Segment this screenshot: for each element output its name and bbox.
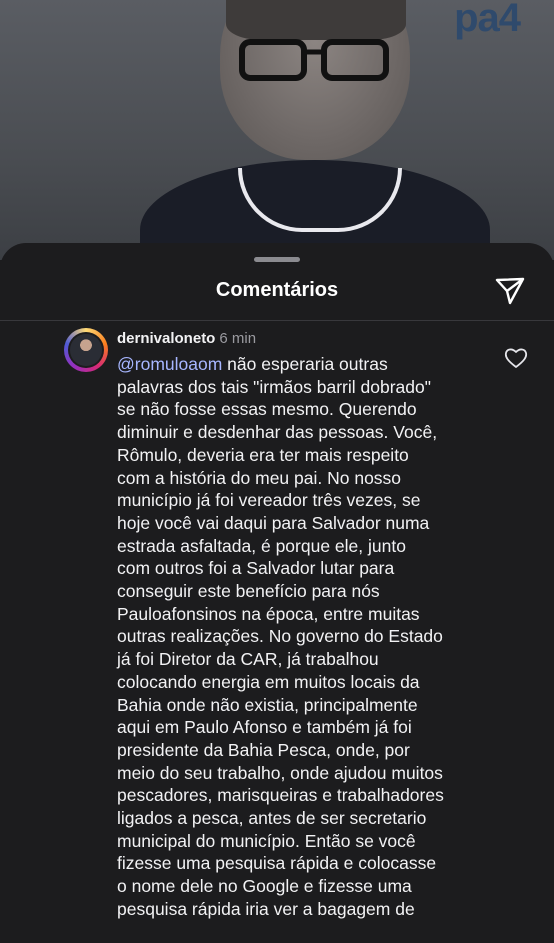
glasses-shape <box>239 39 389 81</box>
avatar-photo <box>70 334 102 366</box>
person-hair <box>226 0 406 40</box>
comments-sheet: Comentários dernivaloneto 6 min @romuloao… <box>0 243 554 943</box>
avatar[interactable] <box>64 328 108 372</box>
comment-header: dernivaloneto 6 min <box>117 330 256 347</box>
drag-handle[interactable] <box>254 257 300 262</box>
channel-logo: pa4 <box>454 0 521 40</box>
paper-plane-icon[interactable] <box>494 274 526 306</box>
avatar-frame <box>68 332 104 368</box>
header-divider <box>0 320 554 321</box>
heart-outline-icon[interactable] <box>504 347 528 369</box>
mention-link[interactable]: @romuloaom <box>117 354 222 374</box>
comment-text: @romuloaom não esperaria outras palavras… <box>117 353 487 921</box>
comment-username[interactable]: dernivaloneto <box>117 330 215 347</box>
sheet-title: Comentários <box>215 279 339 301</box>
background-video: pa4 <box>0 0 554 260</box>
comment-body-text: não esperaria outras palavras dos tais "… <box>117 354 444 919</box>
comment-timestamp: 6 min <box>219 330 257 347</box>
